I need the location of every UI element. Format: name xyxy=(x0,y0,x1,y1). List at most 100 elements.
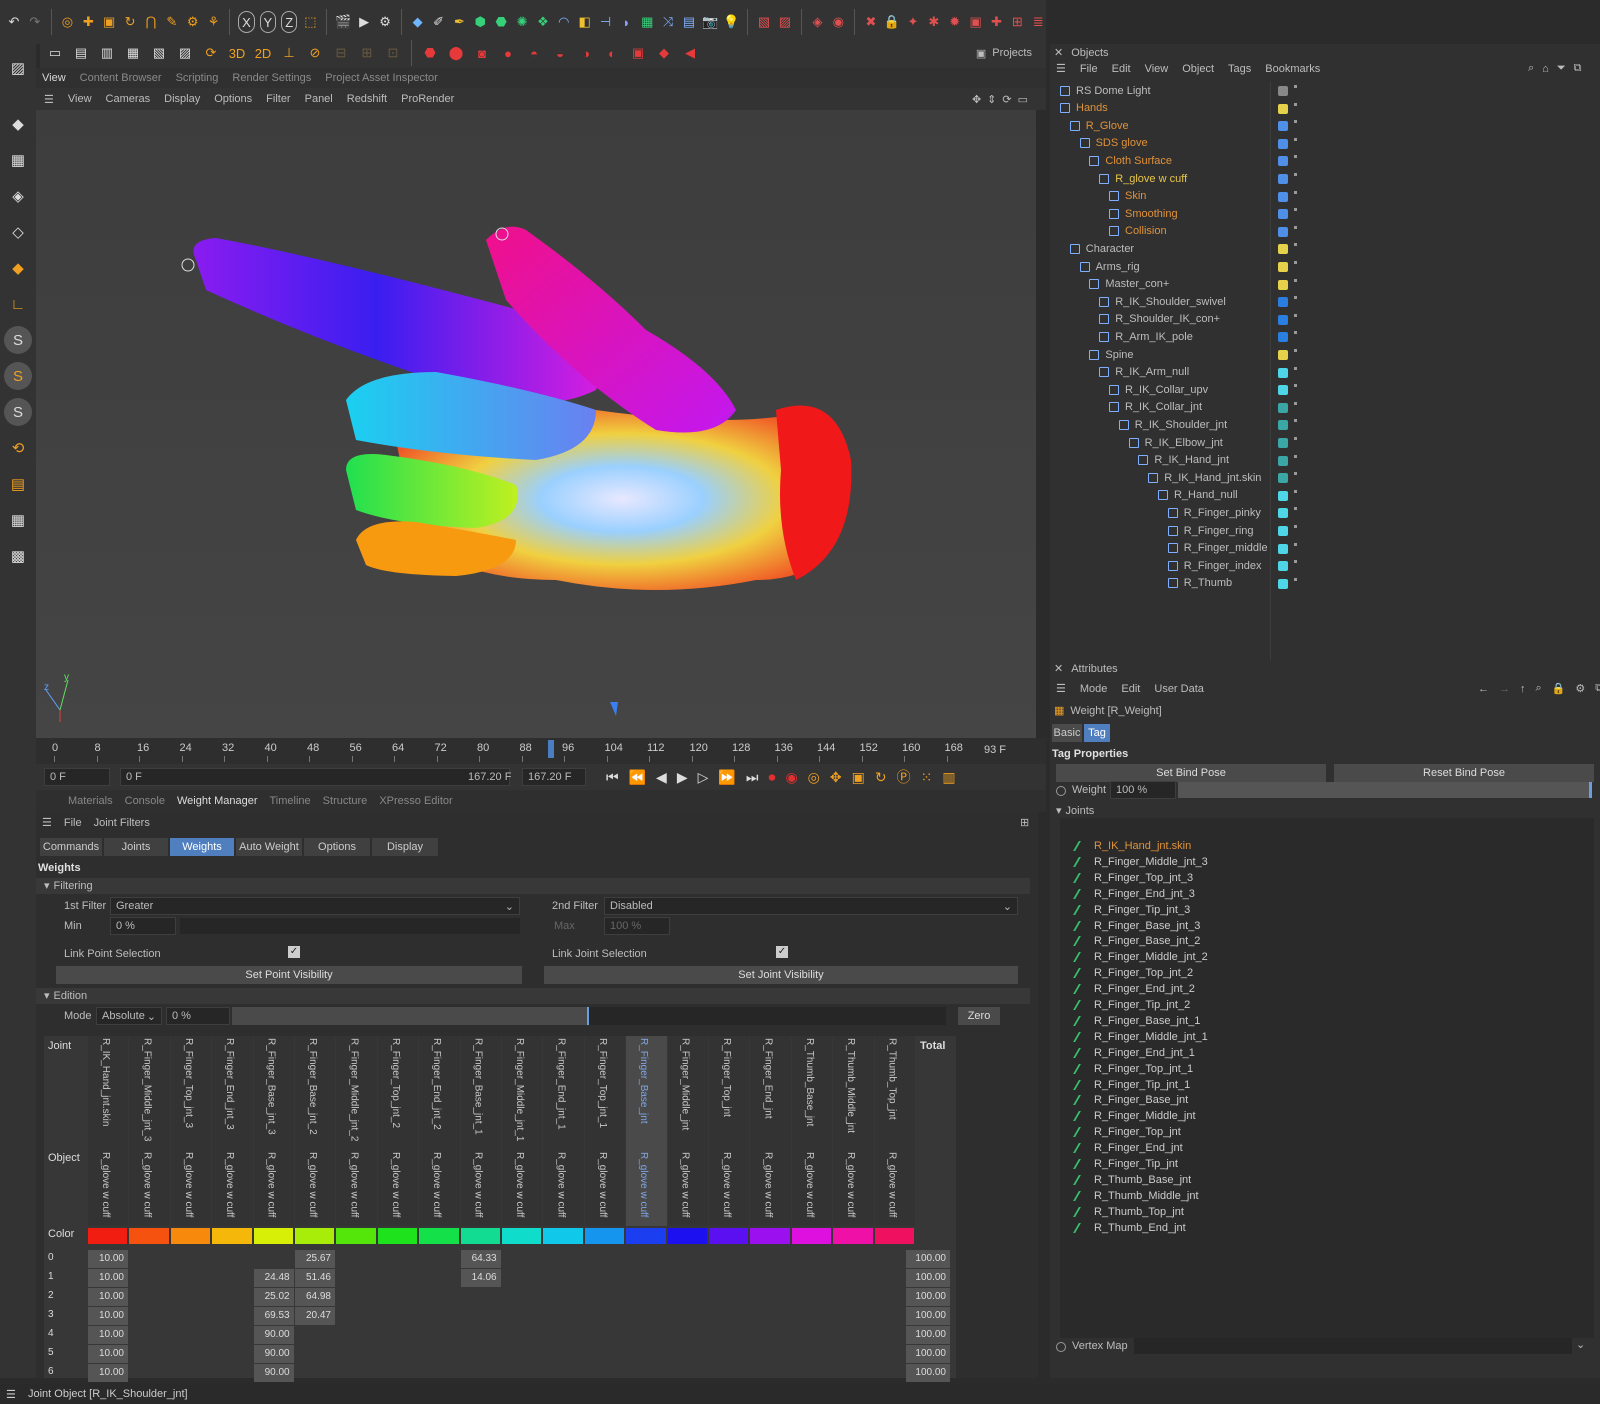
subdivision-icon[interactable]: ⬢ xyxy=(472,11,488,33)
object-tree-row[interactable]: R_IK_Shoulder_swivel xyxy=(1099,293,1226,310)
rs-sphere-icon[interactable]: ● xyxy=(497,42,519,64)
redshift-rv-icon[interactable]: ▧ xyxy=(756,11,772,33)
wm-menu-file[interactable]: File xyxy=(64,817,82,829)
layer-color-swatch[interactable] xyxy=(1278,438,1288,448)
wm-tab-commands[interactable]: Commands xyxy=(40,838,102,856)
select-tool-icon[interactable]: ◎ xyxy=(59,11,75,33)
joint-color-swatch[interactable] xyxy=(170,1228,211,1244)
tab-console[interactable]: Console xyxy=(125,795,165,807)
object-tree-row[interactable]: R_Finger_pinky xyxy=(1167,504,1261,521)
rs-volume-icon[interactable]: ✱ xyxy=(926,11,942,33)
tab-render-settings[interactable]: Render Settings xyxy=(232,72,311,84)
object-tree-row[interactable]: R_Arm_IK_pole xyxy=(1099,328,1193,345)
attr-joint-item[interactable]: R_Thumb_Middle_jnt xyxy=(1073,1188,1199,1204)
rs-ies-icon[interactable]: ◒ xyxy=(549,42,571,64)
weight-cell[interactable]: 90.00 xyxy=(253,1326,294,1344)
render-view-icon[interactable]: ▶ xyxy=(356,11,372,33)
joint-color-swatch[interactable] xyxy=(543,1228,583,1244)
weight-animate-icon[interactable] xyxy=(1056,786,1066,796)
attr-joint-item[interactable]: R_Finger_Top_jnt_2 xyxy=(1073,965,1193,981)
object-tree-row[interactable]: R_Finger_ring xyxy=(1167,522,1254,539)
go-end-icon[interactable]: ⏭ xyxy=(746,769,759,786)
hamburger-icon[interactable]: ☰ xyxy=(44,93,54,106)
attr-joint-item[interactable]: R_Finger_Base_jnt xyxy=(1073,1092,1188,1108)
joint-color-swatch[interactable] xyxy=(502,1228,542,1244)
hamburger-icon[interactable]: ☰ xyxy=(42,816,52,829)
playhead[interactable] xyxy=(548,740,554,758)
rs-material-shader-icon[interactable]: ⬣ xyxy=(419,42,441,64)
key-rotation-icon[interactable]: ↻ xyxy=(875,769,887,786)
y-axis-lock-button[interactable]: Y xyxy=(259,11,277,33)
attr-joint-item[interactable]: R_Finger_Tip_jnt_3 xyxy=(1073,902,1190,918)
weight-cell[interactable]: 69.53 xyxy=(253,1307,294,1325)
rs-environment-icon[interactable]: ◀ xyxy=(679,42,701,64)
viewport-menu-filter[interactable]: Filter xyxy=(266,93,290,105)
attr-joint-item[interactable]: R_Finger_Middle_jnt_3 xyxy=(1073,854,1208,870)
object-tree-row[interactable]: R_glove w cuff xyxy=(1099,170,1187,187)
layer-color-swatch[interactable] xyxy=(1278,350,1288,360)
visibility-dots-icon[interactable] xyxy=(1294,507,1297,517)
vertex-map-field[interactable] xyxy=(1134,1338,1572,1354)
visibility-dots-icon[interactable] xyxy=(1294,472,1297,482)
layout-triple-icon[interactable]: ▧ xyxy=(148,42,170,64)
attr-tab-tag[interactable]: Tag xyxy=(1084,724,1110,742)
play-icon[interactable]: ▶ xyxy=(677,769,688,786)
weight-cell[interactable]: 64.33 xyxy=(460,1250,501,1268)
autokey-icon[interactable]: ◉ xyxy=(785,769,797,786)
objects-menu-bookmarks[interactable]: Bookmarks xyxy=(1265,63,1320,75)
rs-dome-icon[interactable]: ◓ xyxy=(523,42,545,64)
redo-icon[interactable]: ↷ xyxy=(27,11,43,33)
object-tree-row[interactable]: R_IK_Arm_null xyxy=(1099,364,1189,381)
rs-tag-icon[interactable]: ✚ xyxy=(989,11,1005,33)
attr-joint-item[interactable]: R_Finger_Tip_jnt_2 xyxy=(1073,997,1190,1013)
cube-mode-icon[interactable]: ◆ xyxy=(4,110,32,138)
environment-icon[interactable]: ▦ xyxy=(639,11,655,33)
rs-object-icon[interactable]: ✖ xyxy=(863,11,879,33)
rs-camera-icon[interactable]: ◙ xyxy=(471,42,493,64)
wm-menu-joint-filters[interactable]: Joint Filters xyxy=(94,817,150,829)
attr-joint-item[interactable]: R_Finger_Tip_jnt xyxy=(1073,1156,1178,1172)
visibility-dots-icon[interactable] xyxy=(1294,208,1297,218)
end-frame-field[interactable]: 167.20 F xyxy=(522,768,586,786)
hamburger-icon[interactable]: ☰ xyxy=(1056,62,1066,75)
snap-quantize-icon[interactable]: ⊞ xyxy=(356,42,378,64)
joint-tool-icon[interactable]: ⊣ xyxy=(598,11,614,33)
attr-menu-edit[interactable]: Edit xyxy=(1121,683,1140,695)
magnet-tool-icon[interactable]: ⋂ xyxy=(143,11,159,33)
viewport-menu-panel[interactable]: Panel xyxy=(305,93,333,105)
spline-pen-icon[interactable]: ✐ xyxy=(431,11,447,33)
layer-color-swatch[interactable] xyxy=(1278,209,1288,220)
weight-cell[interactable]: 51.46 xyxy=(295,1269,335,1287)
min-field[interactable]: 0 % xyxy=(110,917,176,935)
object-tree-row[interactable]: R_Shoulder_IK_con+ xyxy=(1099,311,1220,328)
visibility-dots-icon[interactable] xyxy=(1294,525,1297,535)
layer-color-swatch[interactable] xyxy=(1278,385,1288,396)
bend-deformer-icon[interactable]: ◠ xyxy=(556,11,572,33)
layer-color-swatch[interactable] xyxy=(1278,561,1288,572)
tab-scripting[interactable]: Scripting xyxy=(176,72,219,84)
key-position-icon[interactable]: ✥ xyxy=(830,769,842,786)
objects-menu-tags[interactable]: Tags xyxy=(1228,63,1251,75)
tab-structure[interactable]: Structure xyxy=(323,795,368,807)
visibility-dots-icon[interactable] xyxy=(1294,102,1297,113)
layout-quad-icon[interactable]: ▦ xyxy=(122,42,144,64)
vertex-map-animate-icon[interactable] xyxy=(1056,1342,1066,1352)
layer-color-swatch[interactable] xyxy=(1278,490,1288,501)
snap-2d-icon[interactable]: 2D xyxy=(252,42,274,64)
weight-cell[interactable]: 10.00 xyxy=(88,1250,128,1268)
plane-mode-icon[interactable]: ▩ xyxy=(4,542,32,570)
weight-slider[interactable] xyxy=(1178,782,1592,798)
skin-deformer-icon[interactable]: ◗ xyxy=(618,11,634,33)
pose-tool-icon[interactable]: ⚙ xyxy=(185,11,201,33)
weight-cell[interactable]: 10.00 xyxy=(88,1288,128,1306)
lock-icon[interactable]: 🔒 xyxy=(1552,682,1566,695)
layer-color-swatch[interactable] xyxy=(1278,420,1288,431)
collapse-triangle-icon[interactable]: ▾ xyxy=(44,989,50,1002)
link-point-checkbox[interactable]: ✓ xyxy=(288,946,300,958)
objects-menu-object[interactable]: Object xyxy=(1182,63,1214,75)
visibility-dots-icon[interactable] xyxy=(1294,173,1297,183)
visibility-dots-icon[interactable] xyxy=(1294,542,1297,553)
locked-workplane-icon[interactable]: ▦ xyxy=(4,506,32,534)
viewport-menu-options[interactable]: Options xyxy=(214,93,252,105)
floor-icon[interactable]: ▤ xyxy=(681,11,697,33)
